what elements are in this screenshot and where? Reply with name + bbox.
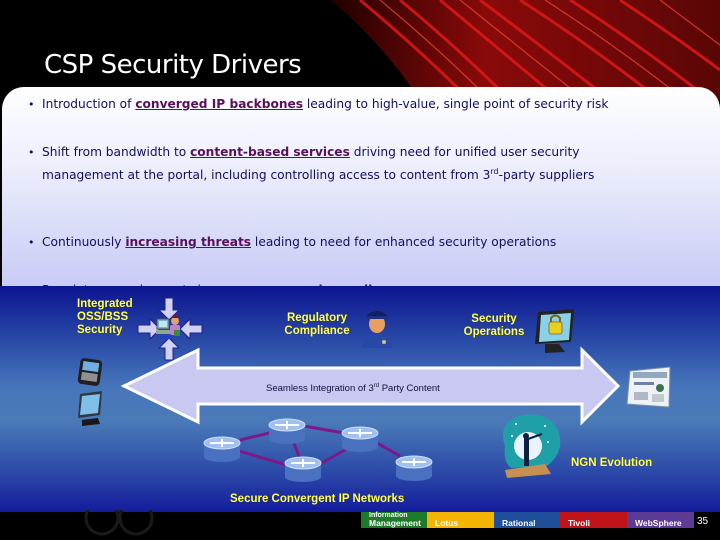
label-secure-convergent-networks: Secure Convergent IP Networks xyxy=(230,493,405,505)
bullet-link[interactable]: converged IP backbones xyxy=(135,97,303,111)
bullet-text: driving need for unified user security xyxy=(349,145,580,159)
bullet-text: Continuously xyxy=(42,235,126,250)
arrow-up-icon xyxy=(157,337,181,361)
brand-tivoli: Tivoli xyxy=(560,512,627,528)
label-line: Integrated xyxy=(77,298,133,310)
superscript: rd xyxy=(490,167,499,176)
bullet-text: Shift from bandwidth to xyxy=(42,145,191,159)
router-icon xyxy=(203,436,241,462)
brand-rational: Rational xyxy=(494,512,560,528)
brand-websphere: WebSphere xyxy=(627,512,694,528)
page-number: 35 xyxy=(697,516,709,527)
router-icon xyxy=(341,426,379,452)
slide-header: CSP Security Drivers xyxy=(0,0,720,100)
bullet-text: leading to need for enhanced security op… xyxy=(251,235,557,250)
smartphone-icon xyxy=(77,358,103,386)
label-ngn-evolution: NGN Evolution xyxy=(571,457,653,469)
brand-lotus: Lotus xyxy=(427,512,494,528)
watermark-graphic xyxy=(84,510,154,536)
bullet-item: Introduction of converged IP backbones l… xyxy=(28,95,708,114)
label-text: Party Content xyxy=(379,383,440,395)
bullet-text: Introduction of xyxy=(42,97,136,111)
label-line: Regulatory xyxy=(286,312,348,324)
bullet-item: Continuously increasing threats leading … xyxy=(28,233,708,252)
bullet-text: leading to high-value, single point of s… xyxy=(303,97,609,111)
locked-monitor-icon xyxy=(535,309,574,353)
label-line: Compliance xyxy=(284,325,350,337)
bullet-text: -party suppliers xyxy=(498,168,595,183)
label-line: Security xyxy=(77,324,123,336)
brand-information-management: Information Management xyxy=(361,512,427,528)
label-line: Security xyxy=(471,313,517,325)
bullet-text: management at the portal, including cont… xyxy=(42,168,491,183)
label-seamless-integration: Seamless Integration of 3rd Party Conten… xyxy=(266,383,440,394)
security-diagram: Integrated OSS/BSS Security Regulatory C… xyxy=(0,286,720,512)
router-icon xyxy=(284,456,322,482)
brand-label: Management xyxy=(369,518,421,528)
telescope-person-icon xyxy=(502,414,561,478)
web-page-icon xyxy=(626,366,671,408)
slide-title: CSP Security Drivers xyxy=(44,50,302,80)
label-line: OSS/BSS xyxy=(77,311,129,323)
router-icon xyxy=(395,455,433,481)
bullet-link[interactable]: increasing threats xyxy=(125,235,251,249)
label-oss-bss-security: Integrated OSS/BSS Security xyxy=(77,298,133,337)
label-security-operations: Security Operations xyxy=(458,313,530,339)
label-regulatory-compliance: Regulatory Compliance xyxy=(280,312,354,338)
label-line: Operations xyxy=(463,326,525,338)
router-icon xyxy=(268,418,306,444)
label-text: Seamless Integration of 3 xyxy=(266,383,374,395)
bullet-list: Introduction of converged IP backbones l… xyxy=(28,95,708,395)
police-officer-icon xyxy=(362,311,392,348)
bullet-item: Shift from bandwidth to content-based se… xyxy=(28,143,708,185)
monitor-icon xyxy=(78,391,102,426)
bullet-link[interactable]: content-based services xyxy=(190,145,350,159)
arrow-left-icon xyxy=(179,317,203,341)
user-workstation-icon xyxy=(156,315,180,339)
